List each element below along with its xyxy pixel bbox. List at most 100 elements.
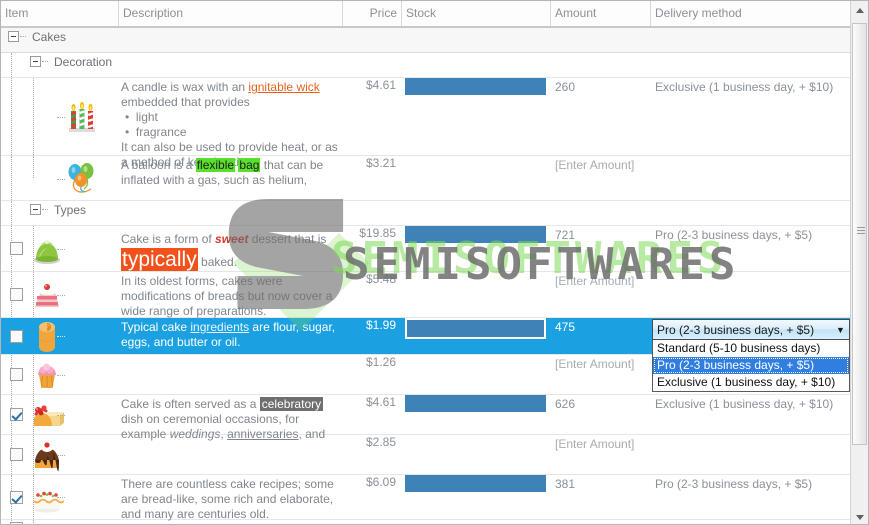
amount-cell[interactable]: 626 xyxy=(551,395,651,434)
table-row[interactable]: $2.85 [Enter Amount] xyxy=(1,435,852,475)
price-value: $3.21 xyxy=(365,156,396,170)
column-header-item[interactable]: Item xyxy=(1,1,119,26)
description-text: Typical cake ingredients are flour, suga… xyxy=(121,320,336,349)
column-header-row: Item Description Price Stock Amount Deli… xyxy=(1,1,852,28)
delivery-value xyxy=(651,158,655,172)
row-checkbox[interactable] xyxy=(10,288,23,301)
column-header-price[interactable]: Price xyxy=(343,1,402,26)
price-value: $1.99 xyxy=(365,318,396,332)
row-checkbox[interactable] xyxy=(10,368,23,381)
amount-cell[interactable]: [Enter Amount] xyxy=(551,355,651,394)
table-row-partial[interactable] xyxy=(1,520,852,524)
ingredients-link[interactable]: ingredients xyxy=(190,320,249,334)
delivery-cell[interactable]: Pro (2-3 business days, + $5) xyxy=(651,475,852,519)
scroll-up-button[interactable] xyxy=(851,1,868,19)
stock-bar xyxy=(405,78,546,95)
amount-cell[interactable]: 260 xyxy=(551,78,651,155)
delivery-cell[interactable] xyxy=(651,272,852,317)
column-header-amount[interactable]: Amount xyxy=(551,1,651,26)
expander-types-icon[interactable] xyxy=(30,204,41,216)
amount-cell[interactable]: [Enter Amount] xyxy=(551,156,651,200)
delivery-value: Pro (2-3 business days, + $5) xyxy=(655,228,813,242)
table-row[interactable]: There are countless cake recipes; some a… xyxy=(1,475,852,521)
delivery-cell[interactable] xyxy=(651,435,852,474)
price-value: $4.61 xyxy=(365,395,396,409)
group-row-cakes[interactable]: Cakes xyxy=(1,28,852,53)
item-cell xyxy=(1,435,119,474)
table-row[interactable]: A balloon is a flexible bag that can be … xyxy=(1,156,852,201)
row-checkbox[interactable] xyxy=(10,408,23,421)
price-cell: $6.09 xyxy=(343,475,402,519)
amount-cell[interactable]: [Enter Amount] xyxy=(551,272,651,317)
combobox-dropdown-list[interactable]: Standard (5-10 business days) Pro (2-3 b… xyxy=(652,340,850,392)
combobox-option-standard[interactable]: Standard (5-10 business days) xyxy=(653,340,849,357)
amount-value: 626 xyxy=(555,397,576,411)
description-text xyxy=(119,355,343,359)
item-cell xyxy=(1,520,119,524)
row-checkbox[interactable] xyxy=(10,490,23,504)
delivery-cell[interactable] xyxy=(651,156,852,200)
stock-bar xyxy=(405,475,546,492)
chevron-down-icon[interactable]: ▼ xyxy=(832,325,849,335)
column-header-description[interactable]: Description xyxy=(119,1,343,26)
amount-cell[interactable]: 475 xyxy=(551,318,651,354)
row-checkbox[interactable] xyxy=(10,448,23,461)
amount-cell[interactable]: [Enter Amount] xyxy=(551,435,651,474)
data-grid-window: Item Description Price Stock Amount Deli… xyxy=(0,0,869,525)
row-checkbox[interactable] xyxy=(10,242,23,255)
group-cakes-label: Cakes xyxy=(32,29,67,44)
combobox-option-exclusive[interactable]: Exclusive (1 business day, + $10) xyxy=(653,374,849,391)
stock-cell xyxy=(402,226,551,271)
ignitable-wick-link[interactable]: ignitable wick xyxy=(248,80,319,94)
amount-cell[interactable]: 721 xyxy=(551,226,651,271)
expander-decoration-icon[interactable] xyxy=(30,56,41,68)
stock-cell xyxy=(402,395,551,434)
item-cell xyxy=(1,475,119,519)
column-header-delivery-method[interactable]: Delivery method xyxy=(651,1,852,26)
group-row-decoration[interactable]: Decoration xyxy=(1,53,852,78)
price-value: $6.09 xyxy=(365,475,396,489)
highlight-bag: bag xyxy=(238,158,261,172)
amount-value: 721 xyxy=(555,228,576,242)
row-checkbox[interactable] xyxy=(10,522,23,524)
expander-cakes-icon[interactable] xyxy=(8,31,19,43)
delivery-cell[interactable]: Pro (2-3 business days, + $5) xyxy=(651,226,852,271)
grid-body: Cakes Decoration A candle is wax with an… xyxy=(1,28,852,524)
vertical-scrollbar[interactable] xyxy=(850,1,868,524)
row-checkbox[interactable] xyxy=(10,329,23,343)
description-cell: Cake is a form of sweet dessert that is … xyxy=(119,226,343,271)
group-cakes-cell: Cakes xyxy=(1,28,119,52)
table-row[interactable]: Cake is a form of sweet dessert that is … xyxy=(1,226,852,272)
delivery-cell[interactable]: Exclusive (1 business day, + $10) xyxy=(651,395,852,434)
description-cell xyxy=(119,435,343,474)
description-cell: In its oldest forms, cakes were modifica… xyxy=(119,272,343,318)
price-cell: $2.85 xyxy=(343,435,402,474)
description-cell: Cake is often served as a celebratory di… xyxy=(119,395,343,441)
price-cell: $3.21 xyxy=(343,156,402,200)
item-cell xyxy=(1,226,119,271)
scrollbar-thumb[interactable] xyxy=(852,23,867,445)
scroll-down-button[interactable] xyxy=(851,508,868,524)
arrow-up-icon xyxy=(855,7,864,13)
table-row[interactable]: A candle is wax with an ignitable wick e… xyxy=(1,78,852,169)
group-row-types[interactable]: Types xyxy=(1,201,852,226)
delivery-method-combobox[interactable]: Pro (2-3 business days, + $5) ▼ Standard… xyxy=(652,319,850,392)
table-row[interactable]: Cake is often served as a celebratory di… xyxy=(1,395,852,441)
table-row[interactable]: In its oldest forms, cakes were modifica… xyxy=(1,272,852,318)
price-value: $19.85 xyxy=(359,226,396,240)
description-text: Cake is a form of sweet dessert that is … xyxy=(121,232,327,271)
item-cell xyxy=(1,355,119,394)
column-header-stock[interactable]: Stock xyxy=(402,1,551,26)
combobox-option-pro[interactable]: Pro (2-3 business days, + $5) xyxy=(653,357,849,374)
stock-cell xyxy=(402,272,551,317)
stock-bar xyxy=(405,226,546,243)
stock-cell[interactable] xyxy=(402,318,551,354)
delivery-cell[interactable]: Exclusive (1 business day, + $10) xyxy=(651,78,852,155)
amount-cell[interactable]: 381 xyxy=(551,475,651,519)
combobox-button[interactable]: Pro (2-3 business days, + $5) ▼ xyxy=(652,319,850,340)
price-cell: $19.85 xyxy=(343,226,402,271)
stock-cell xyxy=(402,435,551,474)
group-types-cell: Types xyxy=(1,201,119,225)
description-cell: There are countless cake recipes; some a… xyxy=(119,475,343,521)
description-cell xyxy=(119,355,343,394)
